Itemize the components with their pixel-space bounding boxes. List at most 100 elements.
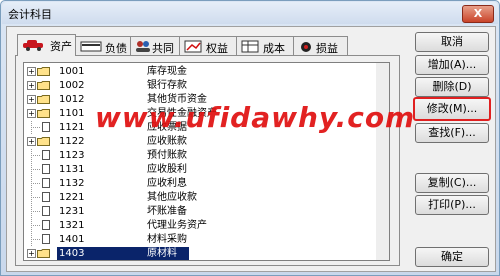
chart-icon [184,40,202,53]
tab-label: 损益 [316,42,338,55]
account-code: 1131 [59,164,85,175]
title-bar: 会计科目 X [2,2,498,24]
account-code: 1221 [59,192,85,203]
account-name: 应收股利 [147,164,187,175]
tab-common[interactable]: 共同 [130,36,180,56]
tree-row[interactable]: 1221 其他应收款 [24,191,389,204]
card-icon [80,41,102,52]
account-code: 1403 [59,248,85,259]
tree-line [31,239,40,240]
tree-line [31,197,40,198]
account-tree[interactable]: +1001 库存现金 +1002 银行存款 +1012 其他货币资金 +1101 交易性金融资… [23,62,390,261]
account-code: 1002 [59,80,85,91]
tree-row[interactable]: +1101 交易性金融资产 [24,107,389,120]
tree-row[interactable]: +1012 其他货币资金 [24,93,389,106]
document-icon [42,192,50,202]
car-icon [23,40,43,51]
add-button[interactable]: 增加(A)... [415,55,489,75]
account-code: 1123 [59,150,85,161]
account-name: 代理业务资产 [147,220,207,231]
tree-row[interactable]: 1401 材料采购 [24,233,389,246]
folder-icon [37,67,50,76]
tree-row[interactable]: +1002 银行存款 [24,79,389,92]
window-title: 会计科目 [8,8,52,21]
tab-panel: +1001 库存现金 +1002 银行存款 +1012 其他货币资金 +1101 交易性金融资… [15,55,400,266]
tree-row[interactable]: 1132 应收利息 [24,177,389,190]
expand-icon[interactable]: + [27,249,36,258]
account-code: 1231 [59,206,85,217]
account-name: 预付账款 [147,150,187,161]
account-name: 材料采购 [147,234,187,245]
bag-icon [301,42,311,52]
expand-icon[interactable]: + [27,137,36,146]
tab-cost[interactable]: 成本 [236,36,294,56]
document-icon [42,164,50,174]
account-name: 银行存款 [147,80,187,91]
expand-icon[interactable]: + [27,67,36,76]
folder-icon [37,81,50,90]
document-icon [42,122,50,132]
account-code: 1101 [59,108,85,119]
vertical-scrollbar[interactable] [376,63,389,260]
tree-line [31,169,40,170]
dialog-body: 资产 负债 共同 权益 成本 损益 +1001 库存现金 + 1002 银行存款… [6,26,496,272]
tab-label: 资产 [50,40,72,53]
tree-line [31,127,40,128]
account-code: 1321 [59,220,85,231]
account-name: 应收利息 [147,178,187,189]
tab-equity[interactable]: 权益 [179,36,237,56]
account-name: 交易性金融资产 [147,108,217,119]
table-icon [241,40,259,53]
document-icon [42,178,50,188]
account-name: 原材料 [147,248,177,259]
tree-row[interactable]: 1231 坏账准备 [24,205,389,218]
account-code: 1012 [59,94,85,105]
find-button[interactable]: 查找(F)... [415,123,489,143]
tree-line [31,225,40,226]
expand-icon[interactable]: + [27,109,36,118]
tab-label: 权益 [206,42,228,55]
folder-icon [37,137,50,146]
tree-row[interactable]: 1321 代理业务资产 [24,219,389,232]
document-icon [42,206,50,216]
print-button[interactable]: 打印(P)... [415,195,489,215]
folder-icon [37,109,50,118]
account-code: 1121 [59,122,85,133]
tree-row[interactable]: 1131 应收股利 [24,163,389,176]
tree-line [31,183,40,184]
document-icon [42,234,50,244]
tab-label: 共同 [152,42,174,55]
account-code: 1132 [59,178,85,189]
delete-button[interactable]: 删除(D) [415,77,489,97]
account-name: 坏账准备 [147,206,187,217]
expand-icon[interactable]: + [27,95,36,104]
document-icon [42,220,50,230]
tree-row[interactable]: +1001 库存现金 [24,65,389,78]
close-button[interactable]: X [462,5,494,23]
ok-button[interactable]: 确定 [415,247,489,267]
cancel-button[interactable]: 取消 [415,32,489,52]
expand-icon[interactable]: + [27,81,36,90]
tab-profit-loss[interactable]: 损益 [293,36,348,56]
tree-row[interactable]: +1122 应收账款 [24,135,389,148]
account-code: 1401 [59,234,85,245]
tab-assets[interactable]: 资产 [17,34,76,56]
account-name: 其他货币资金 [147,94,207,105]
tree-row[interactable]: 1123 预付账款 [24,149,389,162]
tab-label: 成本 [263,42,285,55]
tree-row[interactable]: +1403 原材料 [24,247,389,260]
tab-label: 负债 [105,42,127,55]
account-name: 库存现金 [147,66,187,77]
folder-icon [37,249,50,258]
tree-line [31,211,40,212]
copy-button[interactable]: 复制(C)... [415,173,489,193]
account-subjects-window: 会计科目 X 资产 负债 共同 权益 成本 损益 + 1001 库存现金 + 1… [0,0,500,276]
tab-liabilities[interactable]: 负债 [75,36,131,56]
account-name: 其他应收款 [147,192,197,203]
account-code: 1122 [59,136,85,147]
people-icon [136,41,150,52]
tree-row[interactable]: 1121 应收票据 [24,121,389,134]
modify-button[interactable]: 修改(M)... [413,97,491,121]
account-name: 应收账款 [147,136,187,147]
account-name: 应收票据 [147,122,187,133]
